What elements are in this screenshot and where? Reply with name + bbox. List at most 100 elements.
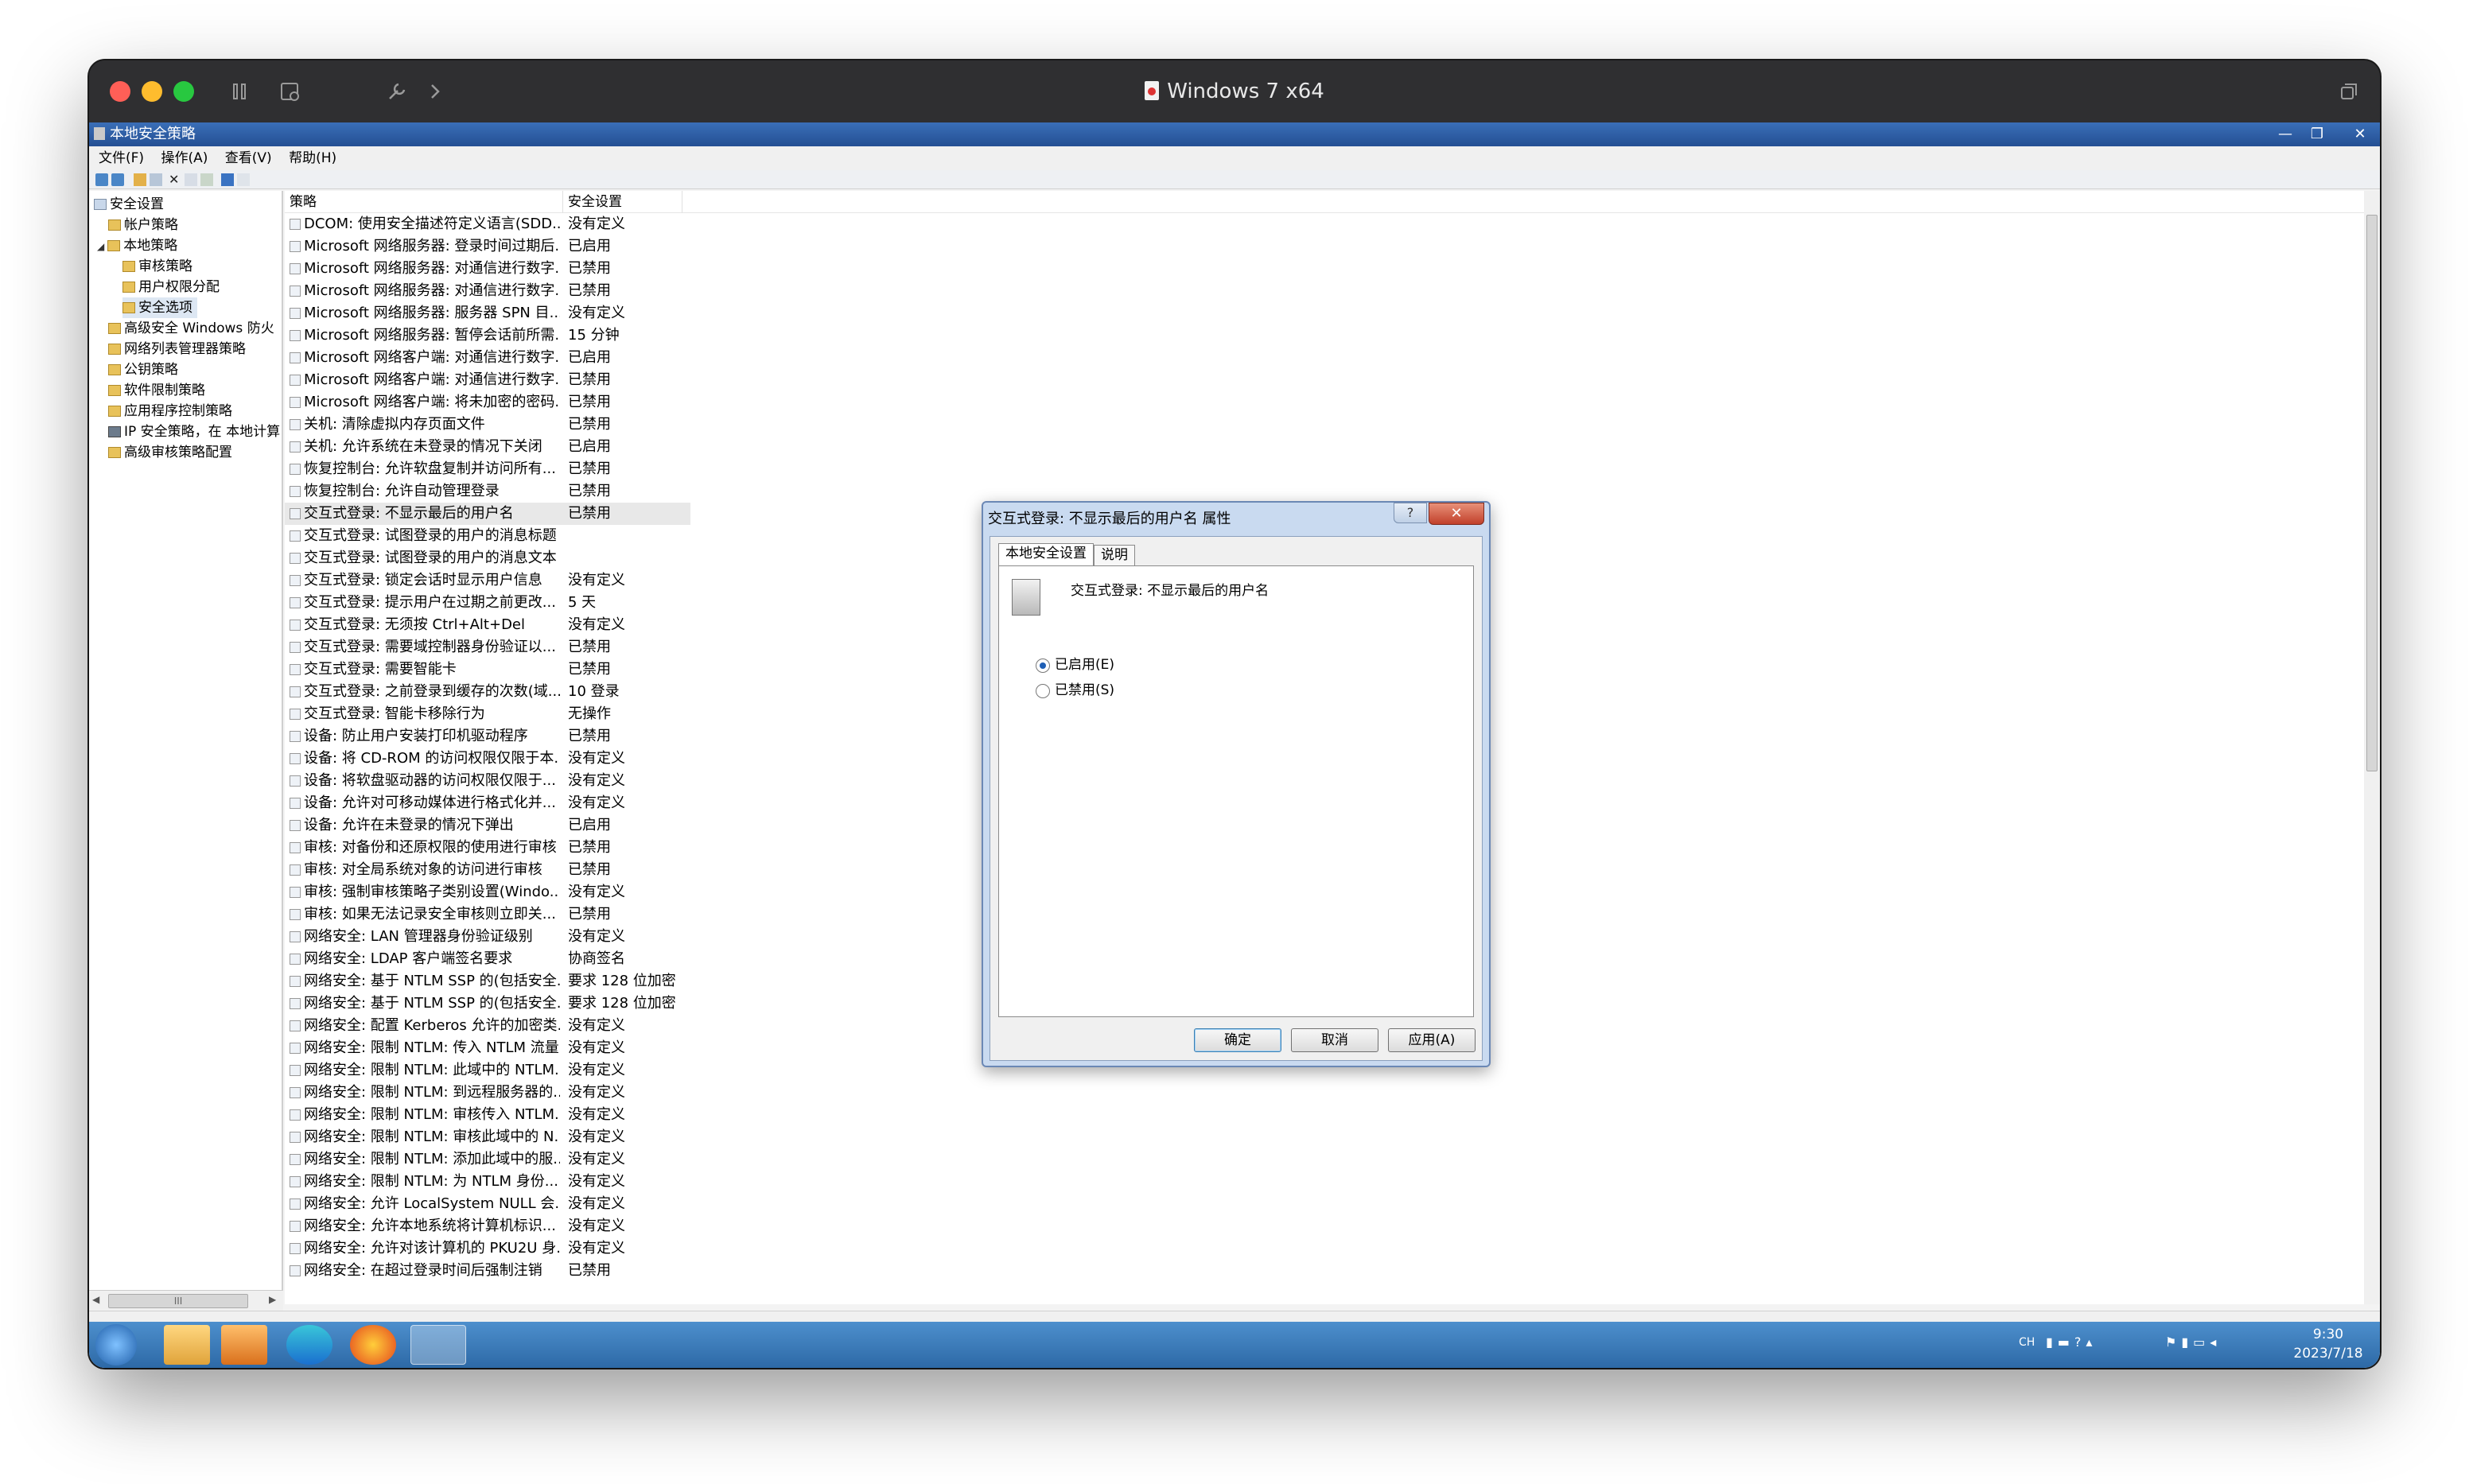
table-row[interactable]: 关机: 清除虚拟内存页面文件 已禁用 (285, 414, 690, 436)
table-row[interactable]: 网络安全: 配置 Kerberos 允许的加密类... 没有定义 (285, 1015, 690, 1037)
enabled-radio[interactable] (1036, 658, 1050, 673)
apply-button[interactable]: 应用(A) (1388, 1028, 1476, 1052)
table-row[interactable]: 网络安全: 基于 NTLM SSP 的(包括安全... 要求 128 位加密 (285, 970, 690, 993)
media-player-icon[interactable] (221, 1325, 267, 1365)
tree-item-software-restriction[interactable]: 软件限制策略 (108, 380, 205, 401)
explorer-icon[interactable] (164, 1325, 210, 1365)
tree-item-local-policies[interactable]: ◢ 本地策略 (97, 235, 177, 256)
table-row[interactable]: Microsoft 网络服务器: 对通信进行数字... 已禁用 (285, 280, 690, 302)
table-row[interactable]: Microsoft 网络服务器: 服务器 SPN 目... 没有定义 (285, 302, 690, 324)
clock-time[interactable]: 9:30 (2284, 1325, 2372, 1344)
menu-help[interactable]: 帮助(H) (289, 150, 336, 166)
tree-item-app-control[interactable]: 应用程序控制策略 (108, 401, 232, 422)
table-row[interactable]: Microsoft 网络服务器: 登录时间过期后... 已启用 (285, 235, 690, 258)
table-row[interactable]: 网络安全: 基于 NTLM SSP 的(包括安全... 要求 128 位加密 (285, 993, 690, 1015)
column-header-policy[interactable]: 策略 (285, 191, 563, 213)
table-row[interactable]: 交互式登录: 需要智能卡 已禁用 (285, 658, 690, 681)
edge-icon[interactable] (286, 1325, 332, 1365)
table-row[interactable]: 网络安全: 在超过登录时间后强制注销 已禁用 (285, 1260, 690, 1282)
disabled-label[interactable]: 已禁用(S) (1055, 682, 1114, 698)
table-row[interactable]: 交互式登录: 需要域控制器身份验证以... 已禁用 (285, 636, 690, 658)
up-folder-icon[interactable] (134, 173, 146, 186)
restore-window-icon[interactable] (2337, 80, 2361, 103)
tray-icons[interactable]: ▮▬?▴ (2046, 1334, 2157, 1352)
table-row[interactable]: 恢复控制台: 允许软盘复制并访问所有... 已禁用 (285, 458, 690, 480)
table-row[interactable]: 关机: 允许系统在未登录的情况下关闭 已启用 (285, 436, 690, 458)
table-row[interactable]: 审核: 对全局系统对象的访问进行审核 已禁用 (285, 859, 690, 881)
tree-item-firewall[interactable]: 高级安全 Windows 防火 (108, 318, 283, 339)
table-row[interactable]: 审核: 强制审核策略子类别设置(Windo... 没有定义 (285, 881, 690, 903)
scroll-right-icon[interactable]: ▶ (269, 1294, 276, 1305)
minimize-button[interactable]: — (2273, 122, 2297, 146)
table-row[interactable]: 网络安全: LAN 管理器身份验证级别 没有定义 (285, 926, 690, 948)
table-row[interactable]: 交互式登录: 锁定会话时显示用户信息 没有定义 (285, 569, 690, 592)
table-row[interactable]: 网络安全: 限制 NTLM: 审核传入 NTLM... 没有定义 (285, 1104, 690, 1126)
export-icon[interactable] (200, 173, 213, 186)
tree-item-security-settings[interactable]: 安全设置 (94, 194, 164, 215)
table-row[interactable]: 网络安全: 限制 NTLM: 此域中的 NTLM... 没有定义 (285, 1059, 690, 1082)
table-row[interactable]: Microsoft 网络客户端: 将未加密的密码... 已禁用 (285, 391, 690, 414)
table-row[interactable]: Microsoft 网络服务器: 对通信进行数字... 已禁用 (285, 258, 690, 280)
restore-button[interactable]: ❐ (2305, 122, 2329, 146)
table-row[interactable]: 设备: 将 CD-ROM 的访问权限仅限于本... 没有定义 (285, 748, 690, 770)
table-row[interactable]: 交互式登录: 不显示最后的用户名 已禁用 (285, 503, 690, 525)
start-orb[interactable] (95, 1324, 137, 1366)
tree-item-security-options[interactable]: 安全选项 (122, 297, 197, 318)
help-icon[interactable] (221, 173, 234, 186)
security-policy-icon[interactable] (410, 1325, 466, 1365)
table-row[interactable]: 设备: 允许对可移动媒体进行格式化并... 没有定义 (285, 792, 690, 814)
table-row[interactable]: 网络安全: 限制 NTLM: 传入 NTLM 流量 没有定义 (285, 1037, 690, 1059)
table-row[interactable]: 网络安全: 允许对该计算机的 PKU2U 身... 没有定义 (285, 1237, 690, 1260)
menu-view[interactable]: 查看(V) (225, 150, 272, 166)
table-row[interactable]: Microsoft 网络客户端: 对通信进行数字... 已禁用 (285, 369, 690, 391)
table-row[interactable]: 交互式登录: 试图登录的用户的消息文本 (285, 547, 690, 569)
view-icon[interactable] (237, 173, 250, 186)
cancel-button[interactable]: 取消 (1291, 1028, 1378, 1052)
table-row[interactable]: 设备: 将软盘驱动器的访问权限仅限于... 没有定义 (285, 770, 690, 792)
tree-item-ip-security[interactable]: IP 安全策略，在 本地计算 (108, 422, 283, 442)
tree-item-public-key[interactable]: 公钥策略 (108, 359, 178, 380)
firefox-icon[interactable] (350, 1325, 396, 1365)
tree-horizontal-scrollbar[interactable]: ◀ III ▶ (89, 1290, 283, 1311)
table-row[interactable]: Microsoft 网络客户端: 对通信进行数字... 已启用 (285, 347, 690, 369)
table-row[interactable]: 交互式登录: 提示用户在过期之前更改... 5 天 (285, 592, 690, 614)
table-row[interactable]: DCOM: 使用安全描述符定义语言(SDD... 没有定义 (285, 213, 690, 235)
close-button[interactable]: ✕ (2348, 122, 2372, 146)
back-icon[interactable] (95, 173, 108, 186)
ok-button[interactable]: 确定 (1194, 1028, 1281, 1052)
dialog-help-button[interactable]: ? (1394, 503, 1427, 523)
table-row[interactable]: 网络安全: 允许 LocalSystem NULL 会... 没有定义 (285, 1193, 690, 1215)
table-row[interactable]: 设备: 允许在未登录的情况下弹出 已启用 (285, 814, 690, 837)
table-row[interactable]: 网络安全: LDAP 客户端签名要求 协商签名 (285, 948, 690, 970)
tree-item-audit-policy[interactable]: 审核策略 (122, 256, 192, 277)
scroll-left-icon[interactable]: ◀ (92, 1294, 99, 1305)
scroll-thumb[interactable] (2366, 215, 2378, 771)
enabled-label[interactable]: 已启用(E) (1055, 657, 1114, 673)
forward-icon[interactable] (111, 173, 124, 186)
table-row[interactable]: 审核: 如果无法记录安全审核则立即关... 已禁用 (285, 903, 690, 926)
table-row[interactable]: 网络安全: 限制 NTLM: 添加此域中的服... 没有定义 (285, 1148, 690, 1171)
table-row[interactable]: 网络安全: 限制 NTLM: 审核此域中的 N... 没有定义 (285, 1126, 690, 1148)
table-row[interactable]: 交互式登录: 智能卡移除行为 无操作 (285, 703, 690, 725)
language-indicator[interactable]: CH (2019, 1336, 2035, 1349)
table-row[interactable]: 设备: 防止用户安装打印机驱动程序 已禁用 (285, 725, 690, 748)
table-row[interactable]: 交互式登录: 试图登录的用户的消息标题 (285, 525, 690, 547)
table-row[interactable]: Microsoft 网络服务器: 暂停会话前所需... 15 分钟 (285, 324, 690, 347)
tab-local-security-setting[interactable]: 本地安全设置 (998, 543, 1094, 565)
expand-arrow-icon[interactable]: ◢ (97, 241, 104, 252)
table-row[interactable]: 恢复控制台: 允许自动管理登录 已禁用 (285, 480, 690, 503)
tree-item-network-list[interactable]: 网络列表管理器策略 (108, 339, 246, 359)
table-row[interactable]: 网络安全: 允许本地系统将计算机标识... 没有定义 (285, 1215, 690, 1237)
tree-item-user-rights[interactable]: 用户权限分配 (122, 277, 220, 297)
menu-file[interactable]: 文件(F) (99, 150, 144, 166)
delete-icon[interactable]: ✕ (169, 173, 181, 186)
disabled-radio[interactable] (1036, 684, 1050, 698)
dialog-close-button[interactable]: ✕ (1429, 503, 1484, 525)
properties-icon[interactable] (185, 173, 197, 186)
tab-explain[interactable]: 说明 (1094, 545, 1135, 565)
table-row[interactable]: 审核: 对备份和还原权限的使用进行审核 已禁用 (285, 837, 690, 859)
show-tree-icon[interactable] (150, 173, 162, 186)
scroll-thumb[interactable]: III (108, 1294, 248, 1308)
table-row[interactable]: 网络安全: 限制 NTLM: 为 NTLM 身份... 没有定义 (285, 1171, 690, 1193)
tree-item-advanced-audit[interactable]: 高级审核策略配置 (108, 442, 232, 463)
